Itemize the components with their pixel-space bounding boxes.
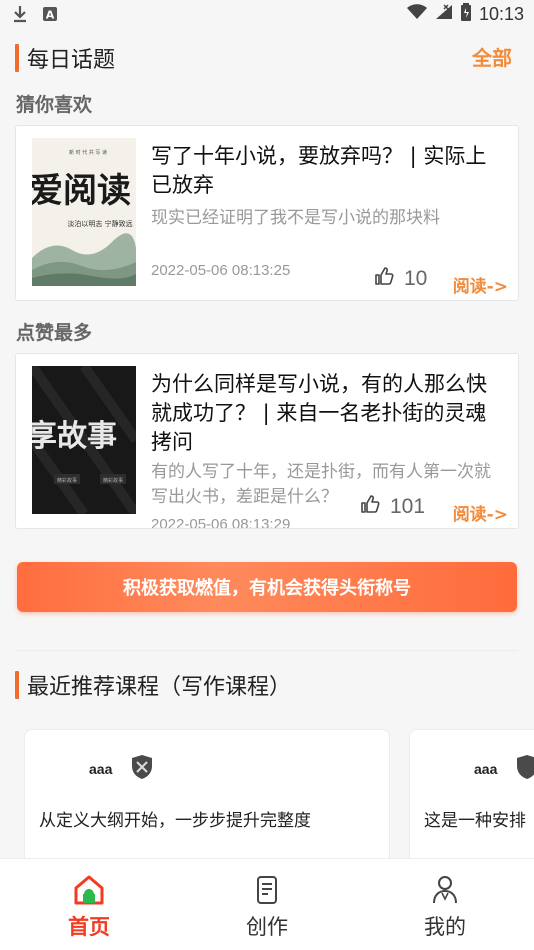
bottom-tab-bar: 首页 创作 我的 [0, 858, 534, 950]
cell-signal-icon [435, 4, 453, 25]
tab-home[interactable]: 首页 [29, 873, 149, 941]
shield-badge-icon [131, 754, 153, 780]
svg-text:精彩故事: 精彩故事 [103, 477, 123, 484]
courses-title: 最近推荐课程（写作课程） [27, 675, 292, 700]
course-description: 这是一种安排 [424, 811, 526, 831]
read-link[interactable]: 阅读-> [453, 272, 508, 297]
article-summary: 现实已经证明了我不是写小说的那块料 [151, 208, 440, 228]
promo-banner-button[interactable]: 积极获取燃值，有机会获得头衔称号 [17, 562, 517, 612]
tab-label: 创作 [246, 915, 288, 939]
document-icon [250, 873, 284, 907]
app-notification-icon: A [42, 6, 58, 27]
battery-icon [460, 3, 471, 26]
status-bar: A 10:13 [0, 0, 534, 30]
article-date: 2022-05-06 08:13:25 [151, 262, 291, 279]
svg-text:精彩故事: 精彩故事 [57, 477, 77, 484]
tab-mine[interactable]: 我的 [385, 873, 505, 941]
tab-label: 首页 [68, 915, 110, 939]
like-count: 10 [404, 267, 428, 290]
thumbs-up-icon [374, 266, 394, 292]
section-divider [16, 650, 518, 651]
article-thumbnail: 享故事 精彩故事 精彩故事 [32, 366, 136, 514]
svg-text:爱阅读: 爱阅读 [32, 171, 131, 211]
article-card-top[interactable]: 享故事 精彩故事 精彩故事 为什么同样是写小说，有的人那么快就成功了？ | 来自… [15, 353, 519, 529]
thumbs-up-icon [360, 494, 380, 520]
course-description: 从定义大纲开始，一步步提升完整度 [39, 811, 311, 831]
most-liked-label: 点赞最多 [16, 322, 93, 344]
tab-label: 我的 [424, 915, 466, 939]
user-icon [428, 873, 462, 907]
like-counter[interactable]: 10 [374, 266, 427, 292]
article-summary: 有的人写了十年，还是扑街，而有人第一次就写出火书，差距是什么？ [151, 462, 491, 507]
daily-topic-title: 每日话题 [27, 48, 116, 73]
clock: 10:13 [478, 4, 524, 24]
daily-topic-heading: 每日话题 [15, 42, 115, 74]
article-card-guess[interactable]: 新 时 代 共 写 读 爱阅读 淡泊以明志 宁静致远 写了十年小说，要放弃吗？ … [15, 125, 519, 301]
accent-bar [15, 44, 19, 72]
course-card[interactable]: aaa 从定义大纲开始，一步步提升完整度 [24, 729, 390, 869]
home-icon [72, 873, 106, 907]
article-title[interactable]: 为什么同样是写小说，有的人那么快就成功了？ | 来自一名老扑街的灵魂拷问 [151, 370, 504, 457]
svg-text:新 时 代 共 写 读: 新 时 代 共 写 读 [69, 149, 107, 156]
shield-badge-icon [516, 754, 534, 780]
download-icon [12, 5, 28, 28]
accent-bar [15, 671, 19, 699]
guess-you-like-label: 猜你喜欢 [16, 94, 93, 116]
article-title[interactable]: 写了十年小说，要放弃吗？ | 实际上已放弃 [151, 142, 504, 200]
course-name: aaa [89, 761, 113, 777]
like-count: 101 [390, 495, 426, 518]
courses-heading: 最近推荐课程（写作课程） [15, 669, 291, 701]
svg-text:淡泊以明志 宁静致远: 淡泊以明志 宁静致远 [67, 219, 132, 228]
view-all-link[interactable]: 全部 [472, 42, 512, 71]
read-link[interactable]: 阅读-> [453, 500, 508, 525]
tab-create[interactable]: 创作 [207, 873, 327, 941]
article-thumbnail: 新 时 代 共 写 读 爱阅读 淡泊以明志 宁静致远 [32, 138, 136, 286]
wifi-icon [406, 4, 427, 25]
course-name: aaa [474, 761, 498, 777]
svg-text:A: A [46, 9, 55, 22]
like-counter[interactable]: 101 [360, 494, 425, 520]
svg-text:享故事: 享故事 [32, 419, 117, 454]
article-date: 2022-05-06 08:13:29 [151, 516, 291, 528]
course-card[interactable]: aaa 这是一种安排 [409, 729, 534, 869]
